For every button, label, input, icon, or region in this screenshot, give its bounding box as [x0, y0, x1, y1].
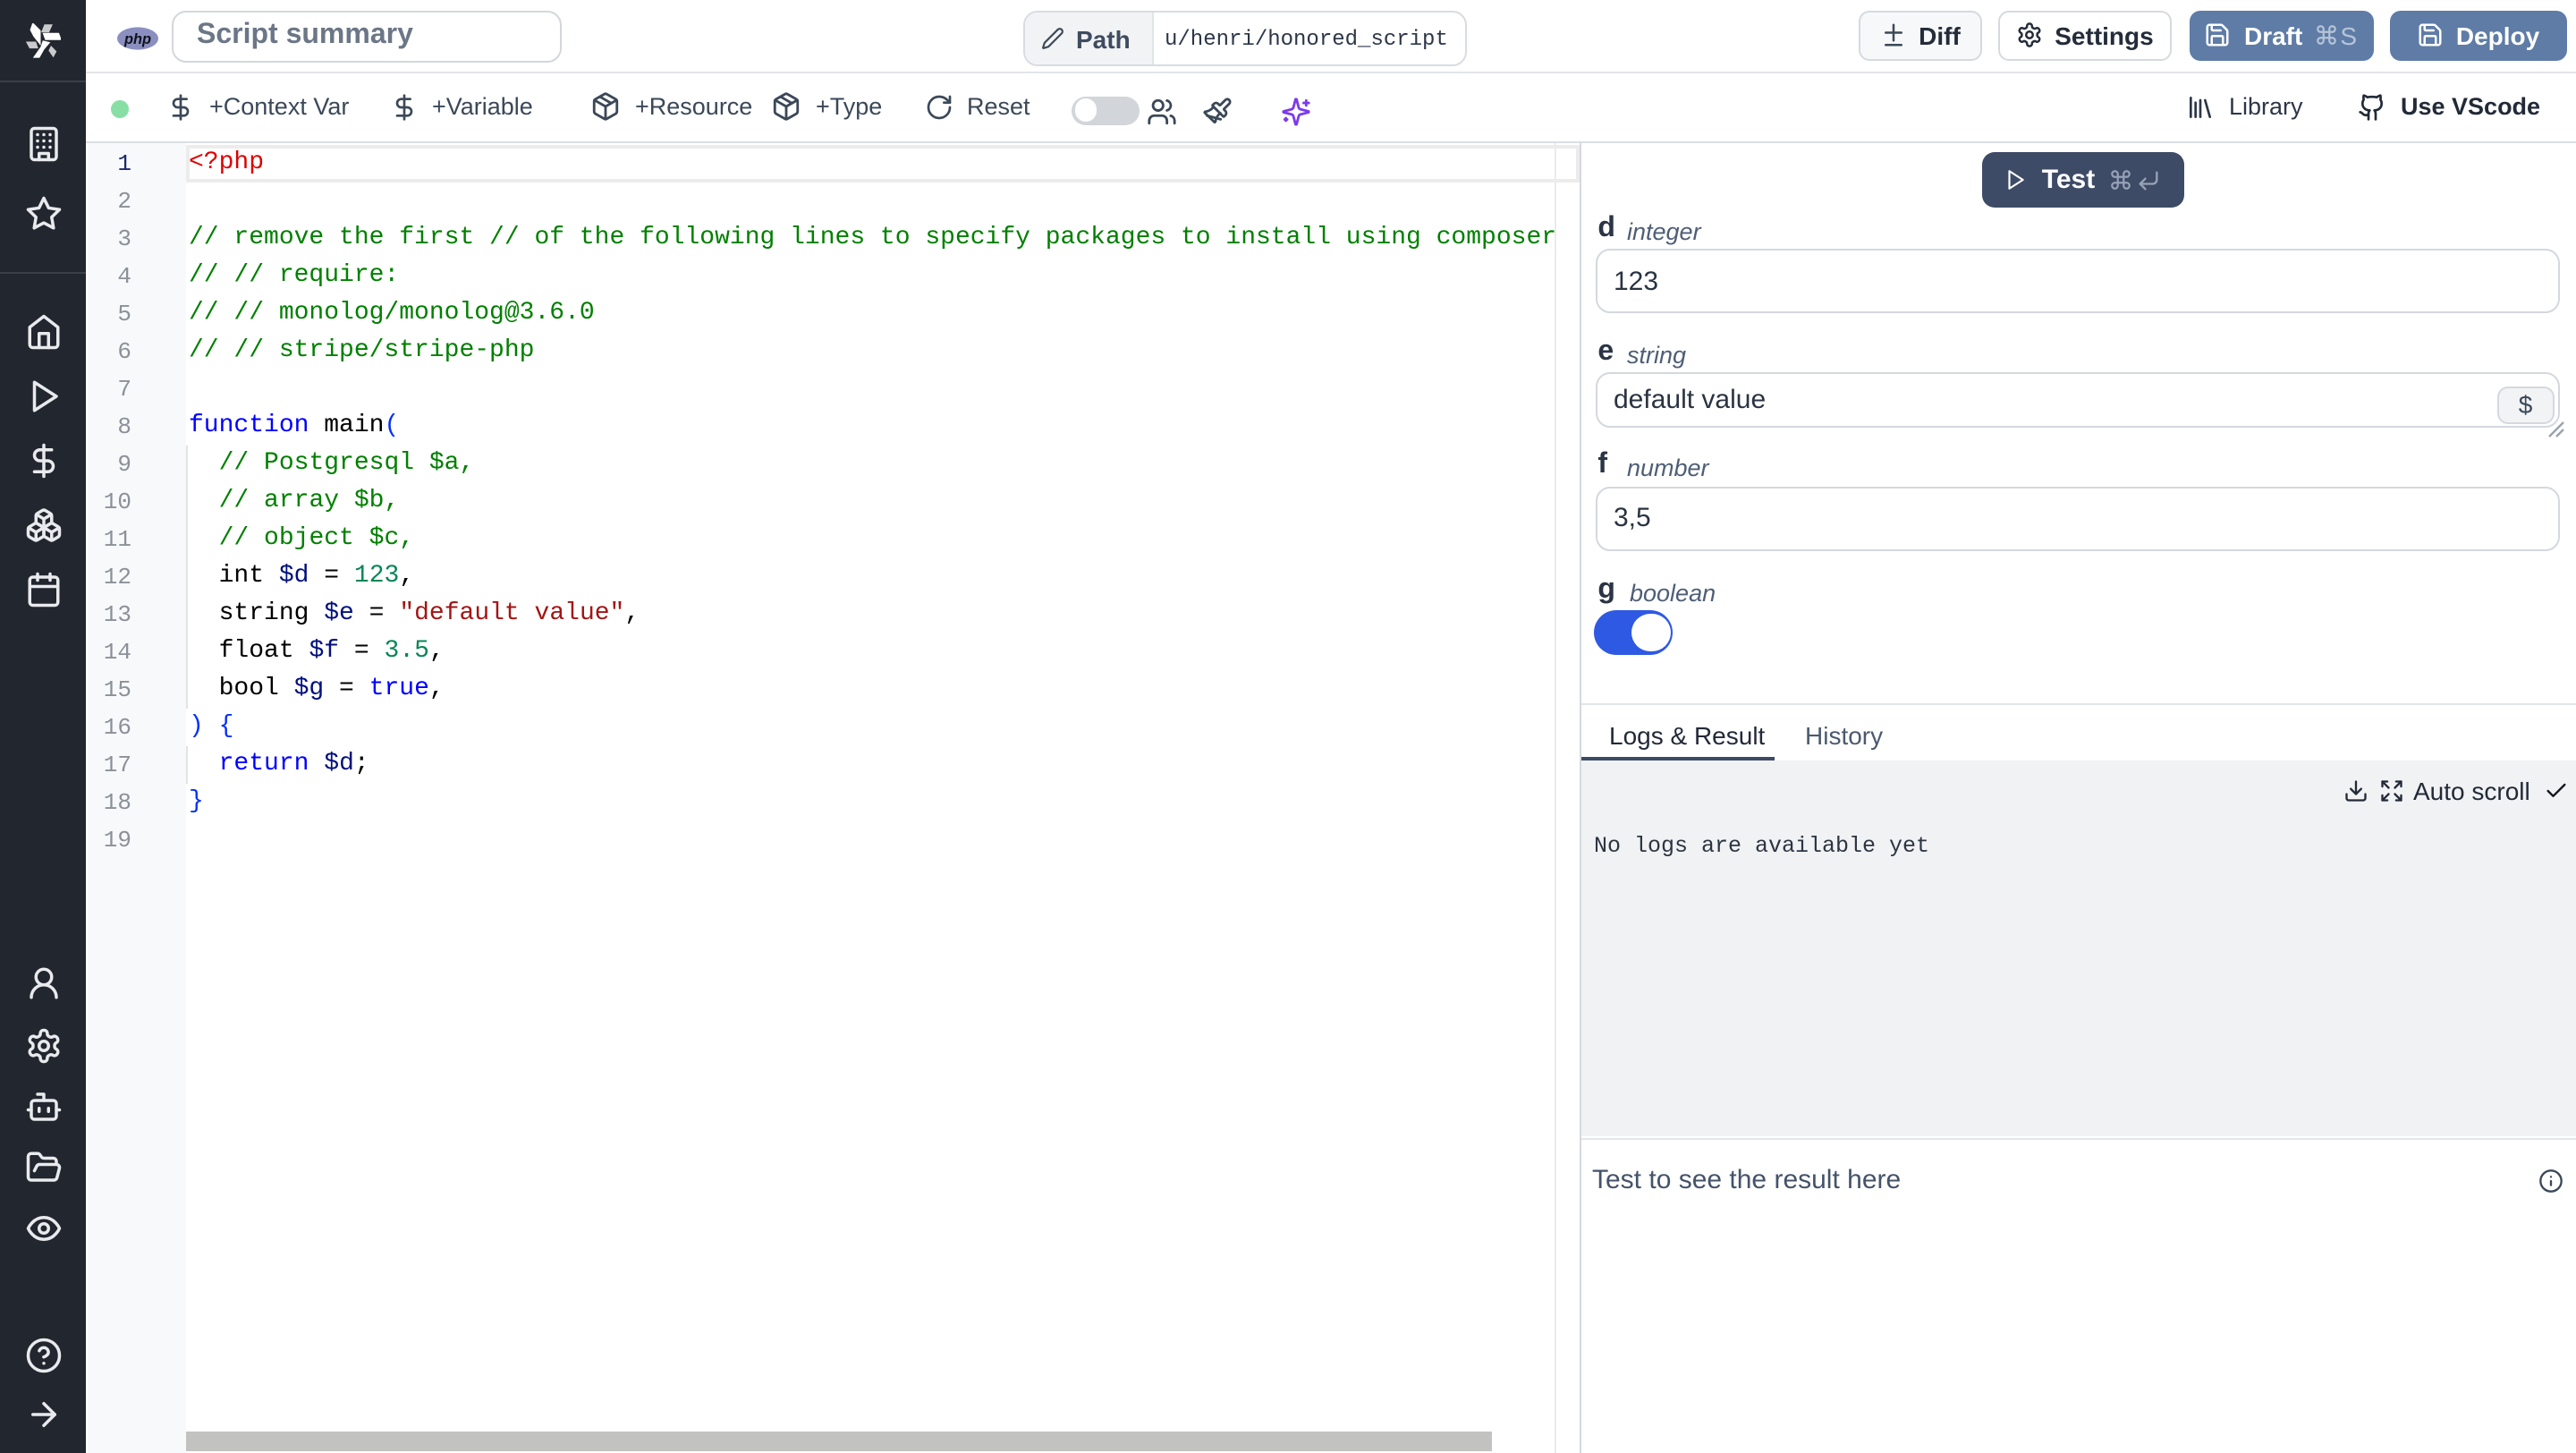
svg-text:php: php — [123, 30, 150, 47]
